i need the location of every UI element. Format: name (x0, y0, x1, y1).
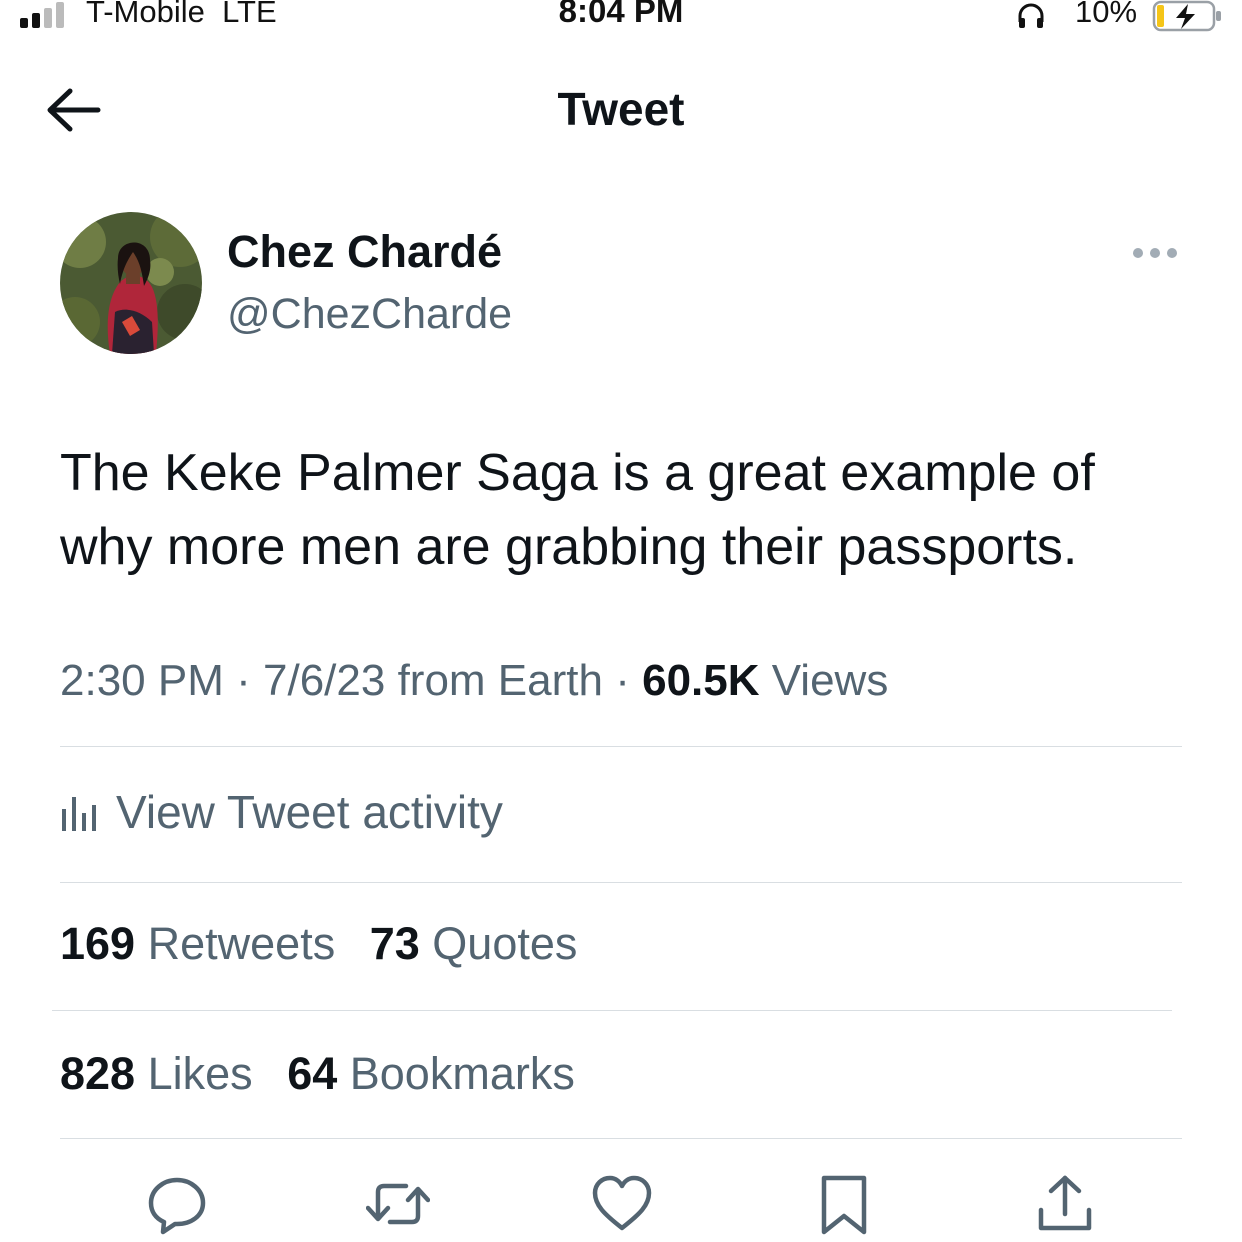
quotes-count: 73 (369, 918, 420, 969)
stats-row-likes-bookmarks: 828 Likes 64 Bookmarks (60, 1048, 597, 1100)
author-display-name[interactable]: Chez Chardé (227, 226, 502, 278)
bookmarks-stat[interactable]: 64 Bookmarks (287, 1048, 575, 1099)
divider (60, 1138, 1182, 1139)
ellipsis-icon (1133, 248, 1177, 258)
tweet-meta: 2:30 PM · 7/6/23 from Earth · 60.5K View… (60, 656, 888, 706)
share-icon (1038, 1175, 1092, 1231)
battery-percent: 10% (1075, 0, 1138, 29)
views-count: 60.5K (642, 656, 760, 705)
retweet-icon (365, 1183, 431, 1225)
quotes-stat[interactable]: 73 Quotes (370, 918, 578, 969)
retweets-label: Retweets (147, 918, 336, 969)
tweet-time[interactable]: 2:30 PM (60, 656, 224, 705)
retweets-count: 169 (60, 918, 136, 969)
share-button[interactable] (1033, 1172, 1097, 1236)
likes-count: 828 (60, 1048, 136, 1099)
status-bar: T-Mobile LTE 8:04 PM 10% (0, 0, 1242, 40)
reply-icon (148, 1177, 206, 1235)
tweet-date[interactable]: 7/6/23 (263, 656, 385, 705)
divider (52, 1010, 1172, 1011)
meta-separator: · (236, 656, 251, 705)
more-options-button[interactable] (1128, 236, 1182, 270)
author-handle[interactable]: @ChezCharde (227, 290, 512, 339)
likes-label: Likes (147, 1048, 253, 1099)
view-tweet-activity-button[interactable]: View Tweet activity (60, 782, 503, 842)
meta-separator: · (615, 656, 630, 705)
battery-charging-icon (1152, 0, 1221, 32)
like-button[interactable] (590, 1172, 654, 1236)
tweet-text: The Keke Palmer Saga is a great example … (60, 444, 1095, 576)
stats-row-retweets-quotes: 169 Retweets 73 Quotes (60, 918, 599, 970)
bookmarks-label: Bookmarks (349, 1048, 575, 1099)
divider (60, 882, 1182, 883)
views-label: Views (771, 656, 889, 705)
avatar-image (60, 212, 202, 354)
reply-button[interactable] (145, 1172, 209, 1236)
bookmark-icon (821, 1175, 867, 1235)
page-title: Tweet (557, 83, 685, 135)
quotes-label: Quotes (432, 918, 578, 969)
headphone-icon (1018, 3, 1044, 28)
bar-chart-icon (62, 797, 96, 831)
like-icon (592, 1175, 652, 1231)
retweets-stat[interactable]: 169 Retweets (60, 918, 335, 969)
view-tweet-activity-label: View Tweet activity (116, 786, 503, 838)
avatar[interactable] (60, 212, 202, 354)
tweet-source: from Earth (397, 656, 603, 705)
bookmark-button[interactable] (812, 1172, 876, 1236)
bookmarks-count: 64 (287, 1048, 338, 1099)
retweet-button[interactable] (365, 1172, 431, 1236)
divider (60, 746, 1182, 747)
likes-stat[interactable]: 828 Likes (60, 1048, 253, 1099)
status-time: 8:04 PM (558, 0, 684, 29)
